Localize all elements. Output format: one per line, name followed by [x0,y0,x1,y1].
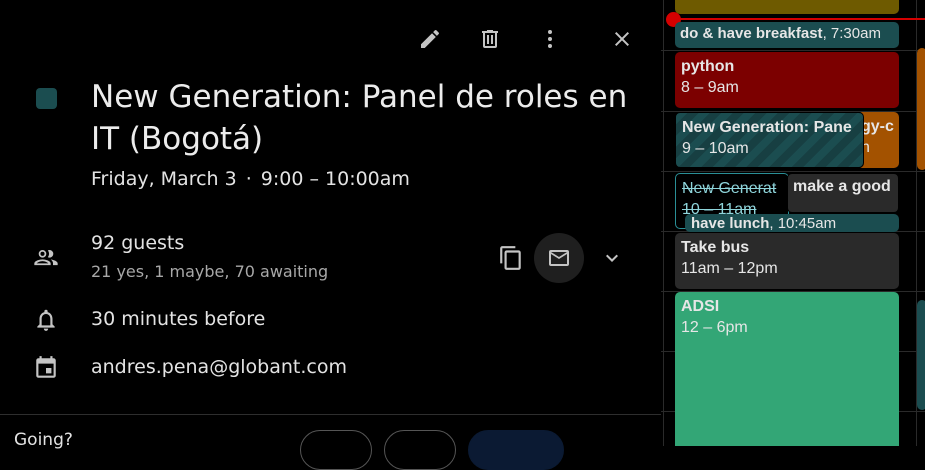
more-vert-icon [548,30,552,48]
expand-guests-button[interactable] [593,239,631,277]
guests-icon [30,241,62,273]
event-date: Friday, March 3 [91,168,237,190]
event-new-generation-title: New Generation: Pane [682,119,852,136]
event-python-time: 8 – 9am [681,79,739,96]
event-adsi[interactable]: ADSI 12 – 6pm [675,292,899,446]
more-options-button[interactable] [533,22,567,56]
delete-button[interactable] [473,22,507,56]
event-color-chip [36,88,57,109]
event-block[interactable] [917,48,925,170]
guest-summary: 21 yes, 1 maybe, 70 awaiting [91,262,329,281]
bell-icon [30,304,62,336]
pencil-icon [421,29,440,48]
event-new-generation[interactable]: New Generation: Pane 9 – 10am [675,112,864,168]
rsvp-no-button[interactable] [384,430,456,470]
rsvp-yes-button[interactable] [300,430,372,470]
event-lunch-time: 10:45am [777,215,837,232]
guest-count: 92 guests [91,232,185,254]
event-take-bus-title: Take bus [681,239,750,256]
rsvp-label: Going? [14,430,73,450]
calendar-icon [30,352,62,384]
event-take-bus-time: 11am – 12pm [681,260,778,277]
event-make-a-good[interactable]: make a good [787,173,899,213]
edit-button[interactable] [413,22,447,56]
close-button[interactable] [605,22,639,56]
event-block[interactable] [917,300,925,410]
event-take-bus[interactable]: Take bus 11am – 12pm [675,233,899,289]
datetime-separator: · [245,168,252,190]
close-icon [615,32,629,46]
event-datetime: Friday, March 3 · 9:00 – 10:00am [91,168,410,190]
event-details-popup: New Generation: Panel de roles en IT (Bo… [0,0,661,470]
copy-icon [500,246,521,270]
event-python[interactable]: python 8 – 9am [675,52,899,108]
event-strategy-title: gy-c [861,118,894,135]
event-block[interactable] [675,0,899,14]
event-breakfast-title: do & have breakfast [680,25,823,42]
grid-line [661,50,925,51]
event-breakfast[interactable]: do & have breakfast, 7:30am [675,22,899,48]
event-adsi-title: ADSI [681,298,720,315]
reminder-text: 30 minutes before [91,308,266,330]
grid-line [661,171,925,172]
grid-line [663,0,664,446]
event-strategy-time: n [861,139,870,156]
chevron-down-icon [606,254,618,262]
mail-icon [549,250,569,266]
divider [0,414,661,415]
event-python-title: python [681,58,735,75]
event-breakfast-time: 7:30am [830,25,881,42]
event-title: New Generation: Panel de roles en IT (Bo… [91,79,628,157]
event-declined-title: New Generat [682,180,777,197]
rsvp-maybe-button[interactable] [468,430,564,470]
current-time-line [675,18,925,20]
event-lunch-title: have lunch [691,215,770,232]
email-guests-button[interactable] [534,233,584,283]
trash-icon [482,30,498,48]
event-lunch[interactable]: have lunch, 10:45am [685,214,899,232]
guest-actions [490,233,640,283]
event-make-a-good-title: make a good [793,178,891,195]
calendar-owner: andres.pena@globant.com [91,356,347,378]
event-time: 9:00 – 10:00am [260,168,410,190]
event-new-generation-time: 9 – 10am [682,140,749,157]
copy-guests-button[interactable] [492,239,530,277]
event-adsi-time: 12 – 6pm [681,319,748,336]
day-view: do & have breakfast, 7:30am python 8 – 9… [661,0,925,446]
